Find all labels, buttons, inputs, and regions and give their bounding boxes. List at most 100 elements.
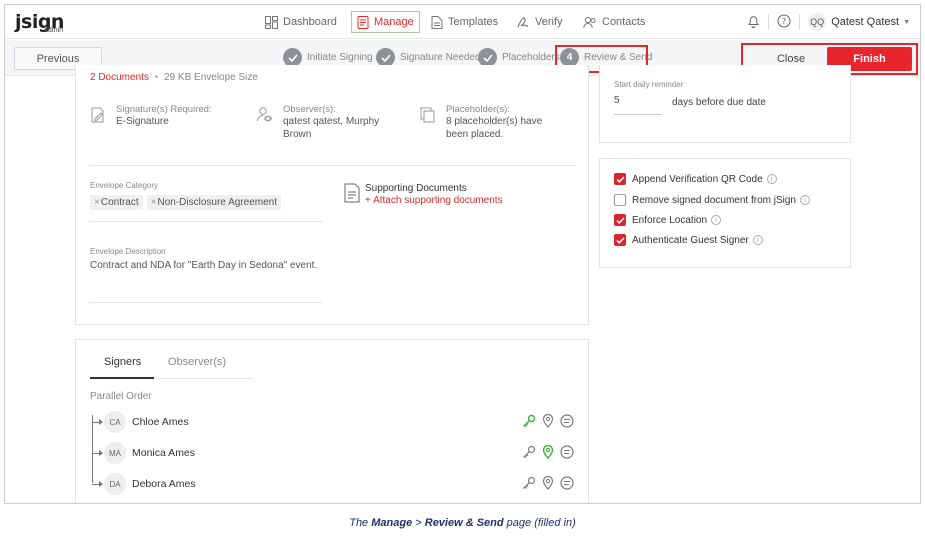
nav-contacts[interactable]: Contacts: [583, 11, 645, 33]
chevron-down-icon[interactable]: ▼: [903, 19, 910, 26]
signer-actions: [516, 445, 574, 459]
key-icon[interactable]: [522, 414, 536, 428]
remove-tag-icon[interactable]: ×: [151, 197, 157, 208]
option-label: Remove signed document from jSign: [632, 194, 796, 206]
nav-templates[interactable]: Templates: [431, 11, 498, 33]
option-label: Append Verification QR Code: [632, 173, 763, 185]
avatar: MA: [104, 442, 126, 464]
nav-verify[interactable]: Verify: [516, 11, 563, 33]
location-pin-icon[interactable]: [542, 476, 554, 490]
tab-observers[interactable]: Observer(s): [168, 356, 226, 368]
nav-contacts-label: Contacts: [602, 16, 646, 28]
checkbox-checked-icon[interactable]: [614, 173, 626, 185]
options-card: Append Verification QR Code i Remove sig…: [599, 158, 851, 268]
caption-arrow: >: [412, 517, 425, 529]
signer-actions: [516, 414, 574, 428]
option-authenticate-guest[interactable]: Authenticate Guest Signer i: [614, 234, 763, 246]
attach-supporting-docs-link[interactable]: + Attach supporting documents: [365, 195, 503, 206]
documents-line: 2 Documents • 29 KB Envelope Size: [90, 72, 258, 83]
help-icon[interactable]: ?: [777, 14, 791, 31]
divider: [768, 14, 770, 30]
caption-suffix: page (filled in): [503, 517, 576, 529]
category-tag[interactable]: ×Non-Disclosure Agreement: [146, 195, 281, 210]
avatar: CA: [104, 411, 126, 433]
checkbox-checked-icon[interactable]: [614, 214, 626, 226]
reminder-card: Start daily reminder 5 days before due d…: [599, 65, 851, 143]
location-pin-icon[interactable]: [542, 445, 554, 459]
message-icon[interactable]: [560, 476, 574, 490]
message-icon[interactable]: [560, 414, 574, 428]
signer-name: Monica Ames: [132, 447, 196, 459]
option-qr-code[interactable]: Append Verification QR Code i: [614, 173, 777, 185]
placeholders-block: Placeholder(s): 8 placeholder(s) have be…: [420, 104, 542, 141]
top-nav: jsign admin Dashboard Manage Templates V…: [5, 5, 920, 39]
reminder-days-input[interactable]: 5: [614, 95, 662, 115]
signer-row[interactable]: MA Monica Ames: [92, 442, 574, 464]
key-icon[interactable]: [522, 476, 536, 490]
step-label: Signature Needed: [400, 52, 481, 63]
supporting-documents: Supporting Documents + Attach supporting…: [344, 183, 503, 208]
app-logo-sub: admin: [44, 27, 64, 34]
step-label: Initiate Signing: [307, 52, 373, 63]
envelope-size: 29 KB Envelope Size: [164, 72, 258, 83]
signers-card: Signers Observer(s) Parallel Order CA Ch…: [75, 339, 589, 503]
order-label: Parallel Order: [90, 391, 152, 402]
location-pin-icon[interactable]: [542, 414, 554, 428]
signer-row[interactable]: CA Chloe Ames: [92, 411, 574, 433]
bell-icon[interactable]: [747, 14, 760, 31]
signer-name: Chloe Ames: [132, 416, 189, 428]
message-icon[interactable]: [560, 445, 574, 459]
option-remove-signed[interactable]: Remove signed document from jSign i: [614, 194, 810, 206]
reminder-label: Start daily reminder: [614, 80, 684, 89]
top-right-actions: ? QQ Qatest Qatest ▼: [747, 13, 910, 31]
placeholder-value-line2: been placed.: [446, 129, 504, 140]
option-label: Authenticate Guest Signer: [632, 234, 749, 246]
user-name[interactable]: Qatest Qatest: [831, 16, 899, 28]
info-icon[interactable]: i: [752, 235, 763, 245]
caption-manage: Manage: [371, 517, 413, 529]
templates-icon: [431, 15, 443, 29]
category-tag[interactable]: ×Contract: [90, 195, 143, 210]
user-avatar[interactable]: QQ: [808, 13, 827, 31]
checkbox-unchecked-icon[interactable]: [614, 194, 626, 206]
divider: [799, 14, 801, 30]
signature-value: E-Signature: [116, 116, 169, 127]
tab-signers[interactable]: Signers: [104, 356, 141, 368]
contacts-icon: [583, 16, 597, 29]
option-label: Enforce Location: [632, 214, 708, 226]
step-label: Placeholders: [502, 52, 560, 63]
signer-row[interactable]: DA Debora Ames: [92, 473, 574, 495]
info-icon[interactable]: i: [766, 174, 777, 184]
category-tags[interactable]: ×Contract ×Non-Disclosure Agreement: [90, 195, 285, 210]
checkbox-checked-icon[interactable]: [614, 234, 626, 246]
nav-dashboard[interactable]: Dashboard: [265, 11, 337, 33]
observer-icon: [256, 106, 273, 141]
envelope-category-label: Envelope Category: [90, 181, 159, 190]
remove-tag-icon[interactable]: ×: [94, 197, 100, 208]
info-icon[interactable]: i: [711, 215, 722, 225]
option-enforce-location[interactable]: Enforce Location i: [614, 214, 722, 226]
avatar: DA: [104, 473, 126, 495]
signer-actions: [516, 476, 574, 490]
tree-arrow: [92, 418, 103, 425]
observer-value-line2: Brown: [283, 129, 312, 140]
caption-review: Review & Send: [424, 517, 504, 529]
nav-manage-label: Manage: [374, 16, 414, 28]
nav-dashboard-label: Dashboard: [283, 16, 337, 28]
divider: [90, 165, 576, 166]
nav-verify-label: Verify: [535, 16, 563, 28]
key-icon[interactable]: [522, 445, 536, 459]
placeholder-label: Placeholder(s):: [446, 104, 510, 115]
observer-value-line1: qatest qatest, Murphy: [283, 116, 380, 127]
placeholder-icon: [420, 107, 436, 141]
observer-label: Observer(s):: [283, 104, 336, 115]
signature-label: Signature(s) Required:: [116, 104, 212, 115]
signature-icon: [90, 107, 106, 128]
nav-manage[interactable]: Manage: [351, 11, 420, 33]
info-icon[interactable]: i: [799, 195, 810, 205]
documents-link[interactable]: 2 Documents: [90, 72, 149, 83]
tree-arrow: [92, 480, 103, 487]
verify-icon: [516, 16, 530, 29]
svg-text:?: ?: [782, 17, 786, 26]
envelope-description[interactable]: Contract and NDA for "Earth Day in Sedon…: [90, 260, 317, 271]
